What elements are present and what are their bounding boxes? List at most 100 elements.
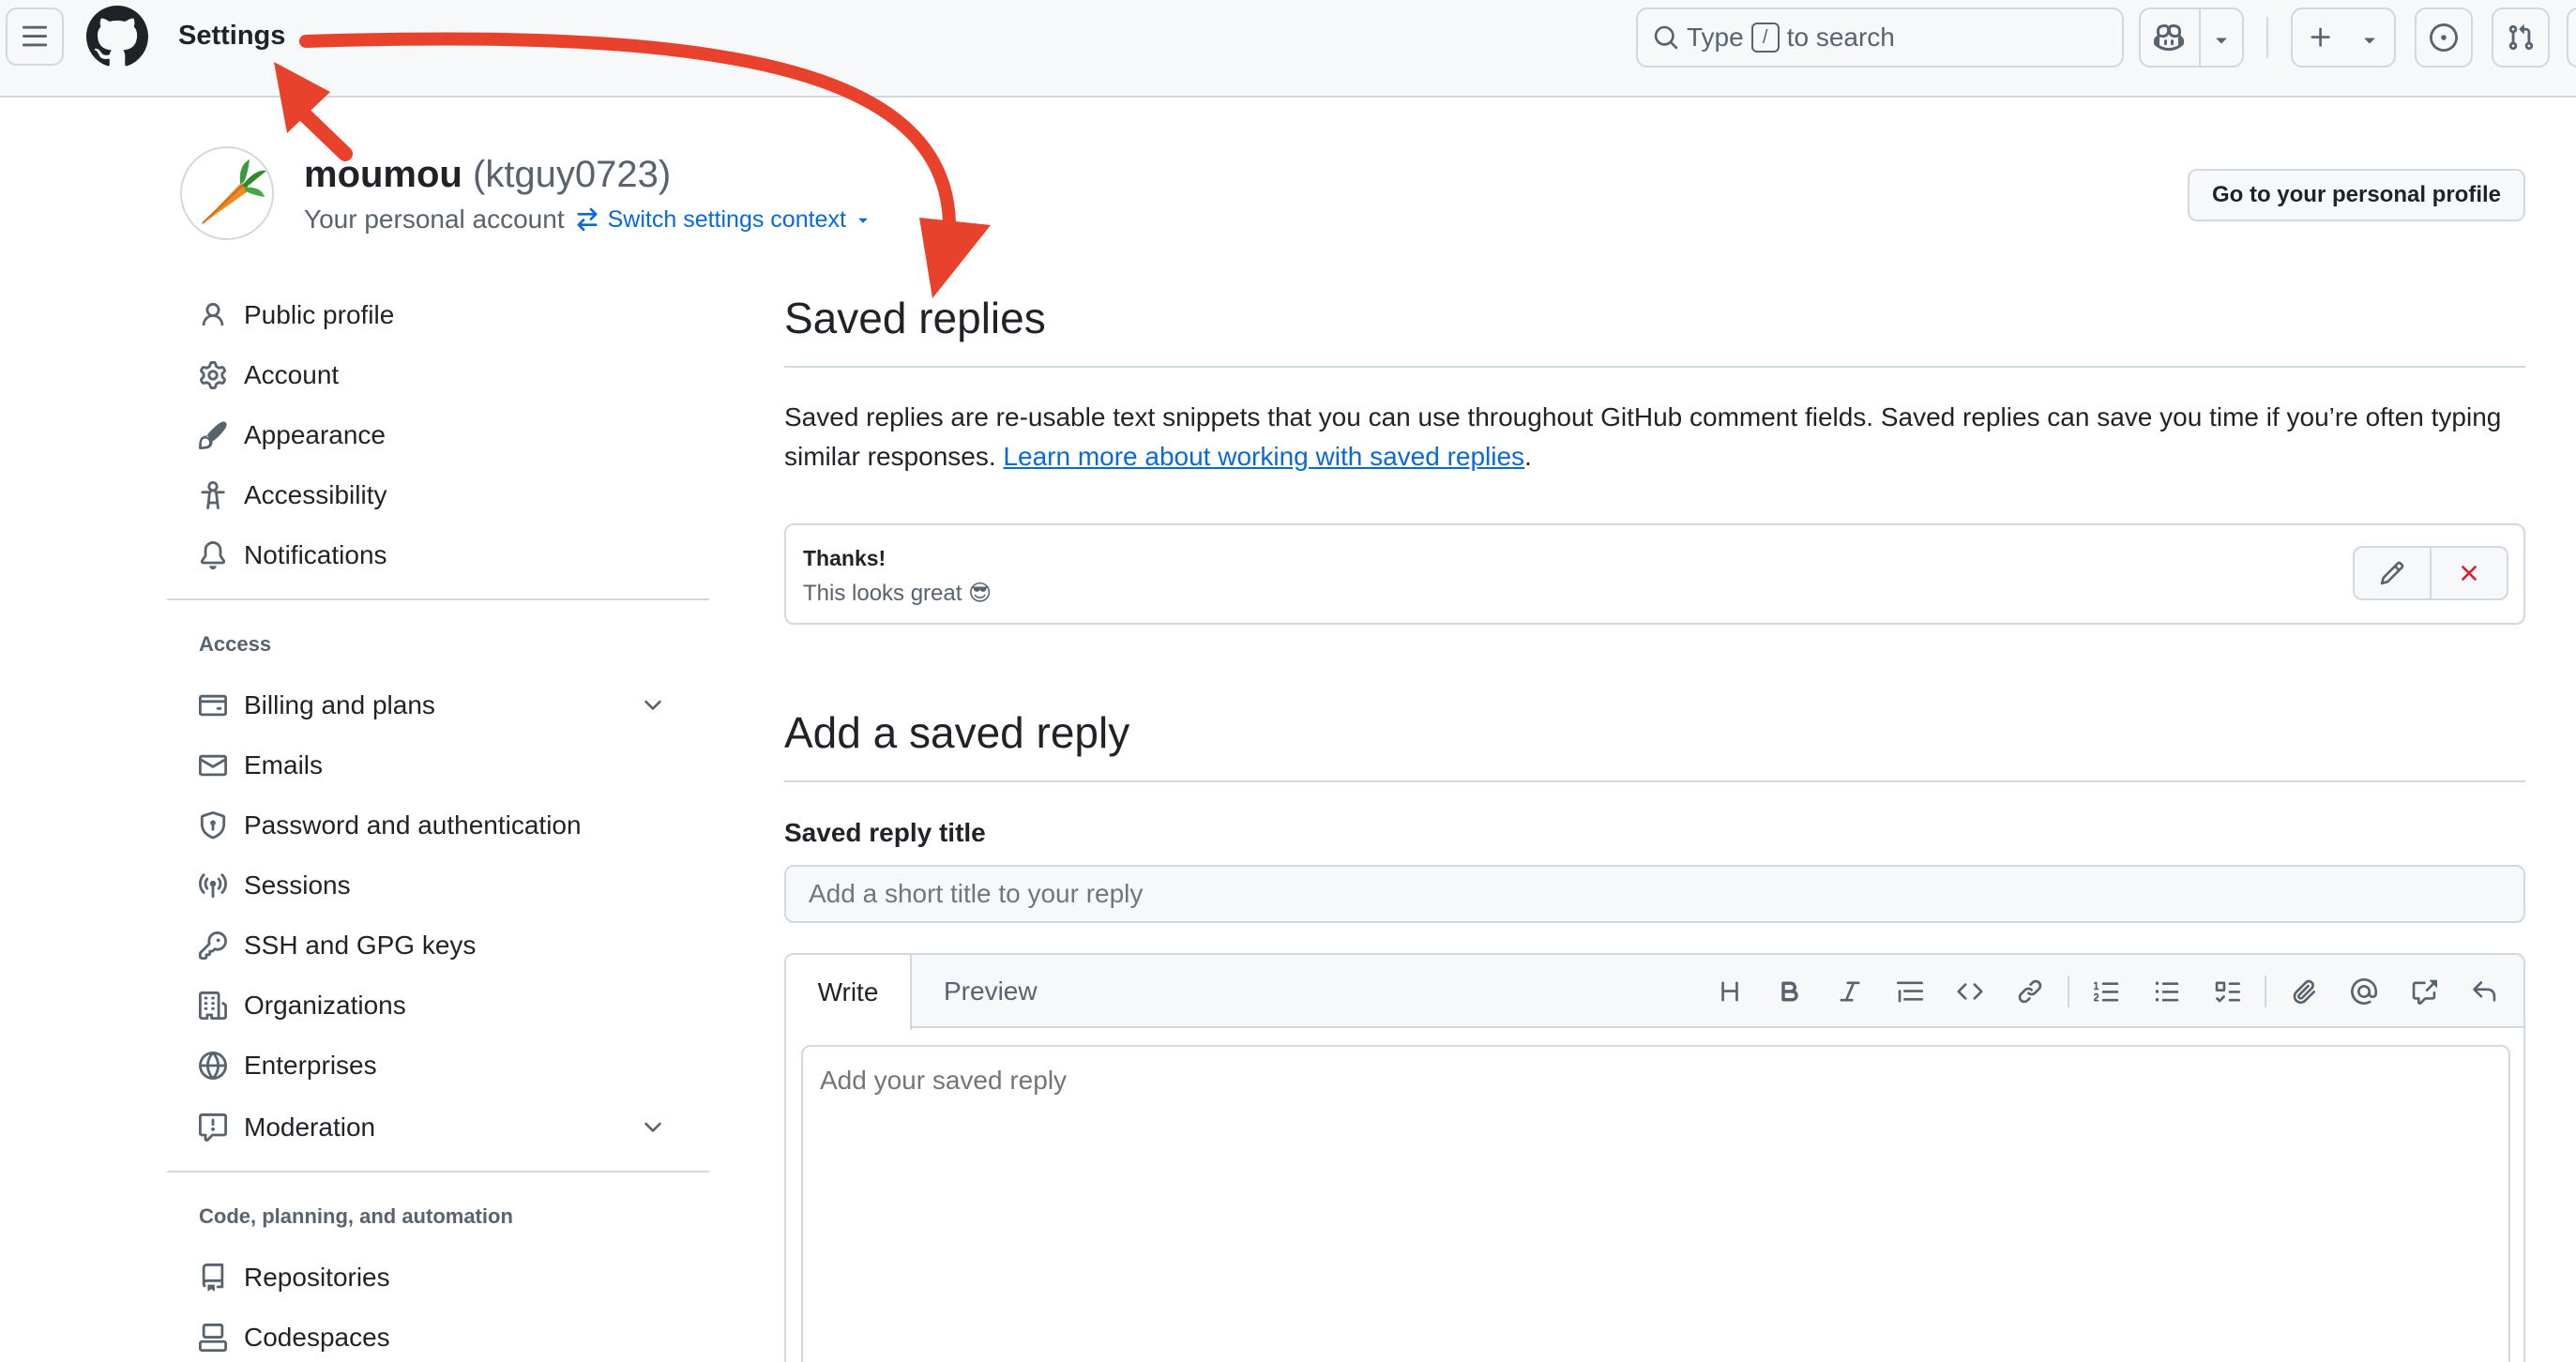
attach-button[interactable]	[2274, 970, 2334, 1013]
cross-reference-button[interactable]	[2394, 970, 2454, 1013]
issues-button[interactable]	[2415, 8, 2473, 68]
sidebar-divider	[167, 598, 709, 600]
reply-icon	[2473, 981, 2496, 1002]
paperclip-icon	[2293, 979, 2316, 1005]
link-button[interactable]	[2000, 970, 2060, 1013]
app-header: Settings Type / to search	[0, 0, 2576, 98]
italic-button[interactable]	[1820, 970, 1880, 1013]
codespaces-icon	[197, 1322, 229, 1354]
pencil-icon	[2380, 561, 2404, 585]
sidebar-item-password[interactable]: Password and authentication	[197, 799, 685, 852]
numbered-list-button[interactable]	[2077, 970, 2137, 1013]
organization-icon	[197, 990, 229, 1022]
sidebar-item-label: Enterprises	[244, 1051, 377, 1080]
key-icon	[197, 930, 229, 961]
sidebar-item-organizations[interactable]: Organizations	[197, 979, 685, 1032]
search-input[interactable]: Type / to search	[1636, 8, 2124, 68]
reply-body-textarea[interactable]	[801, 1045, 2510, 1362]
sidebar-item-emails[interactable]: Emails	[197, 739, 685, 792]
sidebar-item-label: Appearance	[244, 420, 386, 449]
delete-reply-button[interactable]	[2430, 548, 2507, 598]
copilot-button[interactable]	[2139, 8, 2244, 68]
triangle-down-icon	[858, 218, 868, 223]
triangle-down-icon[interactable]	[2210, 28, 2233, 51]
search-shortcut-key: /	[1750, 23, 1780, 53]
credit-card-icon	[197, 689, 229, 721]
bold-icon	[1781, 981, 1798, 1002]
bulleted-list-button[interactable]	[2137, 970, 2197, 1013]
toolbar-separator	[2265, 976, 2266, 1007]
saved-reply-title: Thanks!	[803, 546, 886, 570]
sidebar-item-repositories[interactable]: Repositories	[197, 1251, 685, 1304]
mention-icon	[2351, 978, 2377, 1005]
avatar[interactable]	[180, 146, 274, 240]
sidebar-item-enterprises[interactable]: Enterprises	[197, 1039, 685, 1092]
cross-reference-icon	[2412, 979, 2437, 1005]
learn-more-link[interactable]: Learn more about working with saved repl…	[1003, 442, 1524, 471]
account-name: moumou (ktguy0723)	[304, 154, 671, 196]
issue-opened-icon	[2430, 23, 2458, 52]
globe-icon	[197, 1050, 229, 1082]
sidebar-item-label: Notifications	[244, 540, 387, 569]
mention-button[interactable]	[2334, 970, 2394, 1013]
sidebar-item-codespaces[interactable]: Codespaces	[197, 1311, 685, 1362]
plus-icon	[2311, 27, 2330, 47]
tab-write[interactable]: Write	[786, 955, 912, 1030]
account-display-name: moumou	[304, 154, 462, 195]
chevron-down-icon[interactable]	[640, 692, 666, 719]
close-icon	[2462, 566, 2477, 581]
quote-icon	[1897, 981, 1923, 1003]
sidebar-item-public-profile[interactable]: Public profile	[197, 289, 685, 341]
saved-reply-button[interactable]	[2454, 970, 2514, 1013]
editor-toolbar: Write Preview	[786, 955, 2523, 1030]
create-new-button[interactable]	[2291, 8, 2396, 68]
sidebar-item-accessibility[interactable]: Accessibility	[197, 469, 685, 522]
sidebar-item-ssh-gpg-keys[interactable]: SSH and GPG keys	[197, 919, 685, 972]
go-to-profile-button[interactable]: Go to your personal profile	[2188, 169, 2525, 221]
add-saved-reply-heading: Add a saved reply	[784, 708, 1130, 757]
copilot-separator	[2199, 9, 2201, 66]
gear-icon	[197, 359, 229, 391]
menu-button[interactable]	[6, 8, 64, 66]
code-button[interactable]	[1940, 970, 2000, 1013]
heading-divider	[784, 780, 2525, 782]
task-list-button[interactable]	[2197, 970, 2257, 1013]
heading-divider	[784, 366, 2525, 368]
github-logo-icon[interactable]	[86, 6, 148, 68]
italic-icon	[1840, 981, 1860, 1002]
chevron-down-icon[interactable]	[640, 1114, 666, 1141]
search-suffix: to search	[1786, 23, 1895, 52]
tab-preview[interactable]: Preview	[931, 955, 1051, 1028]
sidebar-heading-access: Access	[199, 632, 272, 656]
sidebar-item-sessions[interactable]: Sessions	[197, 859, 685, 912]
sidebar-item-label: Public profile	[244, 300, 395, 329]
quote-button[interactable]	[1880, 970, 1940, 1013]
link-icon	[2018, 979, 2042, 1004]
code-icon	[1957, 983, 1983, 1000]
sidebar-item-moderation[interactable]: Moderation	[197, 1101, 685, 1154]
person-icon	[197, 299, 229, 331]
short-annotation-arrow	[289, 99, 353, 161]
bold-button[interactable]	[1760, 970, 1820, 1013]
sidebar-item-label: Accessibility	[244, 480, 387, 509]
switch-context-link[interactable]: Switch settings context	[574, 206, 872, 234]
page-title[interactable]: Settings	[178, 21, 285, 52]
toolbar-separator	[2068, 976, 2069, 1007]
saved-reply-body: This looks great 😎	[803, 581, 993, 606]
heading-button[interactable]	[1700, 970, 1760, 1013]
carrot-avatar-icon	[201, 159, 266, 225]
report-icon	[197, 1112, 229, 1143]
pull-requests-button[interactable]	[2492, 8, 2550, 68]
list-ordered-icon	[2094, 981, 2119, 1002]
saved-reply-item: Thanks! This looks great 😎	[784, 523, 2525, 625]
sidebar-item-account[interactable]: Account	[197, 349, 685, 401]
reply-title-input[interactable]	[784, 865, 2525, 923]
edit-reply-button[interactable]	[2355, 548, 2430, 598]
sidebar-item-appearance[interactable]: Appearance	[197, 409, 685, 462]
list-unordered-icon	[2155, 981, 2179, 1002]
shield-lock-icon	[197, 810, 229, 841]
inbox-button[interactable]	[2567, 8, 2576, 68]
saved-replies-heading: Saved replies	[784, 294, 1046, 342]
sidebar-item-notifications[interactable]: Notifications	[197, 529, 685, 582]
sidebar-item-billing[interactable]: Billing and plans	[197, 679, 685, 732]
